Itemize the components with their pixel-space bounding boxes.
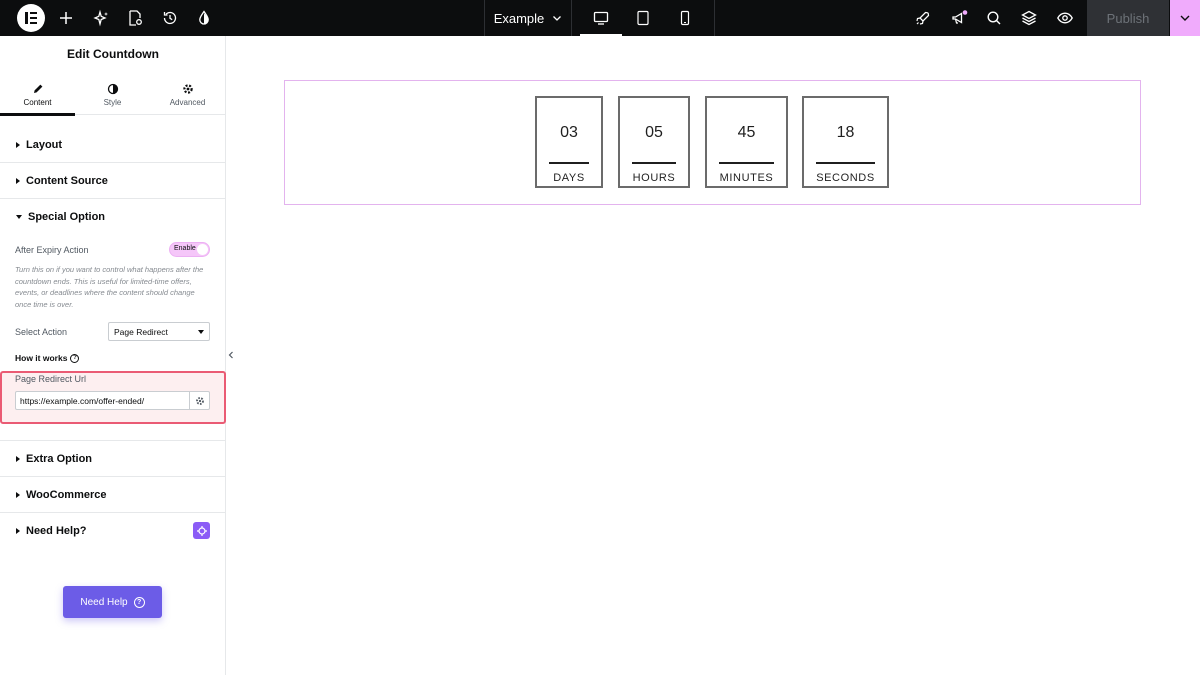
toggle-label: Enable (174, 245, 196, 252)
after-expiry-label: After Expiry Action (15, 245, 89, 255)
tablet-view-button[interactable] (622, 0, 664, 36)
tab-label: Content (23, 97, 52, 107)
publish-button[interactable]: Publish (1087, 0, 1169, 36)
redirect-url-input[interactable]: https://example.com/offer-ended/ (15, 391, 190, 410)
toggle-knob (197, 244, 208, 255)
contrast-icon (107, 83, 118, 94)
caret-down-icon (198, 330, 204, 334)
caret-right-icon (16, 141, 20, 148)
select-action-dropdown[interactable]: Page Redirect (108, 322, 210, 341)
section-layout[interactable]: Layout (0, 127, 226, 163)
countdown-label: HOURS (632, 172, 676, 184)
section-special-option[interactable]: Special Option (0, 199, 226, 235)
select-action-label: Select Action (15, 327, 68, 337)
gear-icon (195, 396, 204, 405)
caret-down-icon (16, 215, 22, 219)
countdown-label: SECONDS (816, 172, 875, 184)
desktop-icon (593, 11, 609, 25)
panel-tabs: Content Style Advanced (0, 74, 226, 116)
tab-content[interactable]: Content (0, 74, 75, 116)
countdown-divider (816, 162, 875, 164)
need-help-button[interactable]: Need Help ? (63, 586, 162, 618)
question-icon: ? (70, 353, 80, 363)
countdown-value: 18 (836, 124, 855, 141)
after-expiry-toggle[interactable]: Enable (169, 242, 210, 257)
countdown-divider (719, 162, 774, 164)
color-drop-icon[interactable] (194, 8, 214, 28)
section-title: Layout (26, 138, 63, 151)
chevron-left-icon (228, 351, 233, 359)
tab-advanced[interactable]: Advanced (150, 74, 225, 115)
page-name: Example (493, 10, 545, 26)
plus-icon[interactable] (56, 8, 76, 28)
section-title: Content Source (26, 174, 108, 187)
megaphone-icon[interactable] (949, 8, 969, 28)
tablet-icon (637, 10, 649, 26)
collapse-panel-button[interactable] (226, 340, 236, 370)
section-title: Need Help? (26, 525, 87, 537)
divider (571, 0, 572, 36)
question-icon: ? (133, 596, 145, 608)
top-bar: Example Publish (0, 0, 1200, 36)
history-icon[interactable] (160, 8, 180, 28)
chevron-down-icon (553, 16, 562, 21)
elementor-logo-icon[interactable] (17, 4, 45, 32)
how-it-works-label: How it works (15, 353, 68, 363)
layers-icon[interactable] (1019, 8, 1039, 28)
divider (484, 0, 485, 36)
countdown-value: 05 (645, 124, 663, 141)
section-title: WooCommerce (26, 488, 107, 501)
mobile-view-button[interactable] (664, 0, 706, 36)
countdown-hours-box: 05 HOURS (618, 96, 690, 188)
chevron-down-icon (1180, 15, 1190, 21)
redirect-url-label: Page Redirect Url (15, 374, 87, 384)
countdown-value: 45 (737, 124, 756, 141)
desktop-view-button[interactable] (580, 0, 622, 36)
publish-options-button[interactable] (1170, 0, 1200, 36)
section-content-source[interactable]: Content Source (0, 163, 226, 199)
countdown-minutes-box: 45 MINUTES (705, 96, 788, 188)
divider (714, 0, 715, 36)
tab-label: Style (103, 97, 122, 107)
countdown-seconds-box: 18 SECONDS (802, 96, 889, 188)
countdown-value: 03 (560, 124, 578, 141)
dynamic-tags-button[interactable] (189, 391, 210, 410)
countdown-label: MINUTES (719, 172, 774, 184)
mobile-icon (680, 10, 690, 26)
page-settings-icon[interactable] (125, 8, 145, 28)
gear-icon (182, 83, 193, 94)
tab-style[interactable]: Style (75, 74, 150, 115)
panel-title: Edit Countdown (67, 47, 159, 61)
how-it-works-link[interactable]: How it works ? (15, 353, 80, 363)
after-expiry-description: Turn this on if you want to control what… (15, 265, 204, 309)
caret-right-icon (16, 528, 20, 534)
countdown-label: DAYS (553, 172, 585, 184)
section-extra-option[interactable]: Extra Option (0, 440, 226, 477)
eye-icon[interactable] (1055, 8, 1075, 28)
tab-label: Advanced (169, 97, 206, 107)
need-help-label: Need Help (80, 596, 128, 608)
rocket-icon[interactable] (913, 8, 933, 28)
pencil-icon (33, 84, 42, 93)
help-widget-button[interactable] (193, 522, 210, 539)
section-title: Special Option (28, 211, 106, 223)
countdown-divider (549, 162, 589, 164)
caret-right-icon (16, 455, 20, 462)
select-action-value: Page Redirect (114, 326, 168, 337)
ai-sparkle-icon[interactable] (91, 8, 111, 28)
section-title: Extra Option (26, 452, 93, 465)
countdown-days-box: 03 DAYS (535, 96, 603, 188)
search-icon[interactable] (984, 8, 1004, 28)
caret-right-icon (16, 177, 20, 184)
countdown-divider (632, 162, 676, 164)
page-selector[interactable]: Example (486, 0, 570, 36)
help-widget-icon (196, 525, 207, 536)
section-woocommerce[interactable]: WooCommerce (0, 477, 226, 513)
caret-right-icon (16, 491, 20, 498)
